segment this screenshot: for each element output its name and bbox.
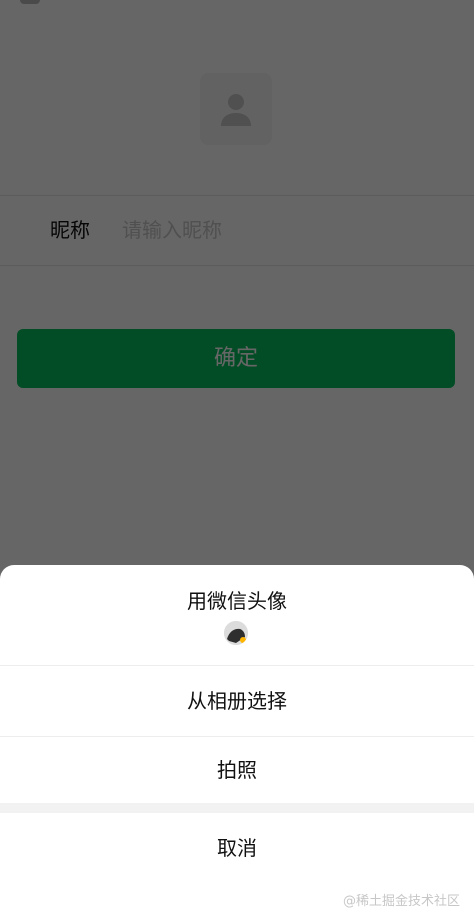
- sheet-gap: [0, 803, 474, 813]
- take-photo-option[interactable]: 拍照: [0, 737, 474, 803]
- user-avatar-icon: [224, 621, 248, 645]
- cancel-option[interactable]: 取消: [0, 813, 474, 883]
- choose-from-album-option[interactable]: 从相册选择: [0, 666, 474, 736]
- avatar-action-sheet: 用微信头像 从相册选择 拍照 取消 @稀土掘金技术社区: [0, 565, 474, 919]
- watermark: @稀土掘金技术社区: [342, 894, 460, 909]
- use-wechat-avatar-option[interactable]: 用微信头像: [0, 565, 474, 665]
- use-wechat-avatar-label: 用微信头像: [187, 589, 287, 613]
